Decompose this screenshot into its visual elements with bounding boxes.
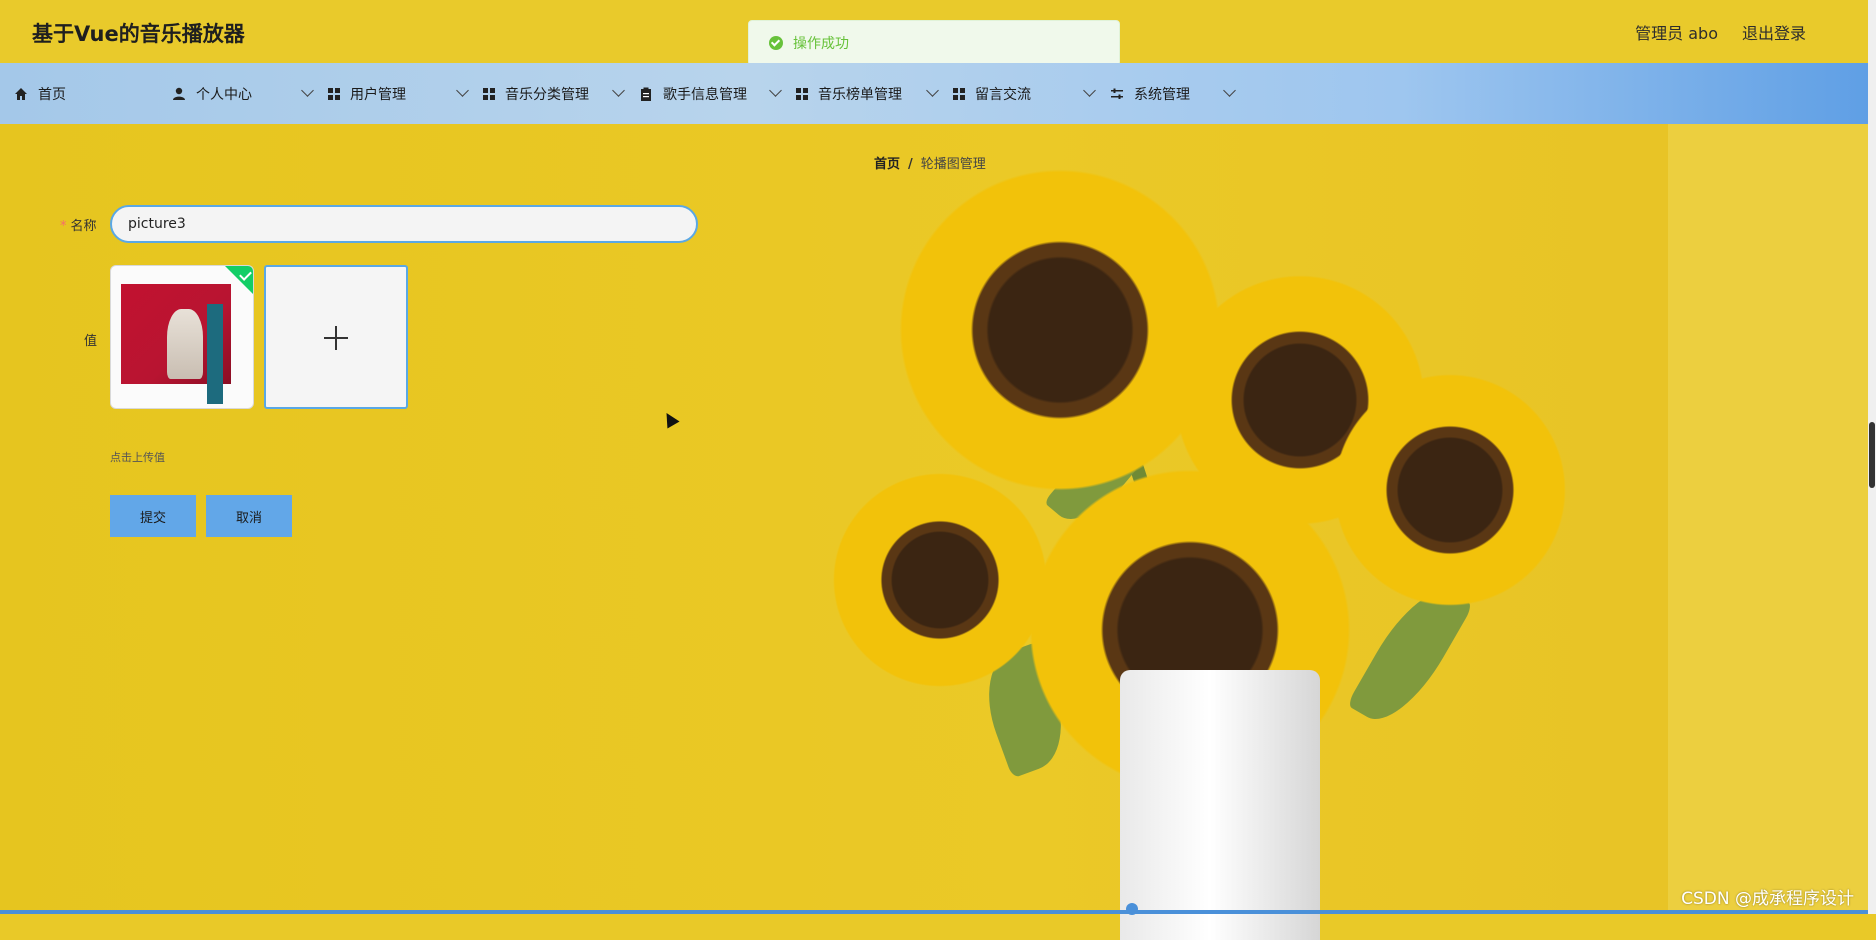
admin-user-label: 管理员 abo [1635, 24, 1718, 43]
nav-label: 个人中心 [196, 86, 252, 103]
chevron-down-icon [456, 84, 469, 97]
bottom-progress-knob[interactable] [1126, 903, 1138, 915]
breadcrumb-separator: / [908, 157, 913, 172]
user-icon [173, 87, 185, 100]
name-input[interactable] [110, 205, 698, 243]
grid-icon [483, 87, 495, 100]
nav-item-message-board[interactable]: 留言交流 [939, 63, 1096, 124]
watermark: CSDN @成承程序设计 [1681, 889, 1854, 909]
nav-item-singer-info[interactable]: 歌手信息管理 [625, 63, 782, 124]
value-label: 值 [84, 334, 98, 349]
sliders-icon [1111, 88, 1123, 99]
upload-success-icon [225, 266, 253, 294]
chevron-down-icon [301, 84, 314, 97]
breadcrumb-home[interactable]: 首页 [874, 157, 900, 172]
name-label: * 名称 [60, 219, 97, 234]
nav-label: 首页 [38, 86, 66, 103]
nav-item-music-chart[interactable]: 音乐榜单管理 [782, 63, 939, 124]
upload-hint: 点击上传值 [110, 451, 165, 464]
grid-icon [328, 87, 340, 100]
submit-button[interactable]: 提交 [110, 495, 196, 537]
uploaded-image-thumbnail[interactable] [110, 265, 254, 409]
cancel-button[interactable]: 取消 [206, 495, 292, 537]
home-icon [15, 87, 27, 100]
toast-message: 操作成功 [793, 36, 849, 52]
chevron-down-icon [1083, 84, 1096, 97]
background-strip [1668, 124, 1876, 914]
uploaded-picture [121, 284, 231, 404]
scrollbar-thumb[interactable] [1869, 422, 1875, 488]
vertical-scrollbar[interactable] [1868, 0, 1876, 914]
app-title: 基于Vue的音乐播放器 [32, 22, 245, 46]
grid-icon [796, 87, 808, 100]
breadcrumb: 首页 / 轮播图管理 [874, 153, 986, 172]
nav-item-user-management[interactable]: 用户管理 [314, 63, 469, 124]
nav-item-system-management[interactable]: 系统管理 [1096, 63, 1236, 124]
nav-label: 系统管理 [1134, 86, 1190, 103]
success-check-icon [769, 36, 783, 50]
image-upload-button[interactable] [264, 265, 408, 409]
main-nav: 首页 个人中心 用户管理 音乐分类管理 歌手信息管理 音乐榜单管理 留言交流 系… [0, 63, 1868, 124]
logout-link[interactable]: 退出登录 [1742, 20, 1806, 44]
chevron-down-icon [926, 84, 939, 97]
header-user-area: 管理员 abo 退出登录 [1635, 20, 1806, 44]
bottom-progress-bar [0, 910, 1868, 914]
nav-label: 用户管理 [350, 86, 406, 103]
chevron-down-icon [769, 84, 782, 97]
nav-item-music-category[interactable]: 音乐分类管理 [469, 63, 625, 124]
chevron-down-icon [1223, 84, 1236, 97]
nav-item-personal-center[interactable]: 个人中心 [158, 63, 314, 124]
nav-label: 音乐分类管理 [505, 86, 589, 103]
success-toast: 操作成功 [748, 20, 1120, 66]
clipboard-icon [641, 87, 651, 101]
chevron-down-icon [612, 84, 625, 97]
nav-item-home[interactable]: 首页 [0, 63, 158, 124]
sunflower-background-image [820, 150, 1670, 940]
nav-label: 音乐榜单管理 [818, 86, 902, 103]
nav-label: 留言交流 [975, 86, 1031, 103]
breadcrumb-current: 轮播图管理 [920, 157, 986, 172]
grid-icon [953, 87, 965, 100]
nav-label: 歌手信息管理 [663, 86, 747, 103]
